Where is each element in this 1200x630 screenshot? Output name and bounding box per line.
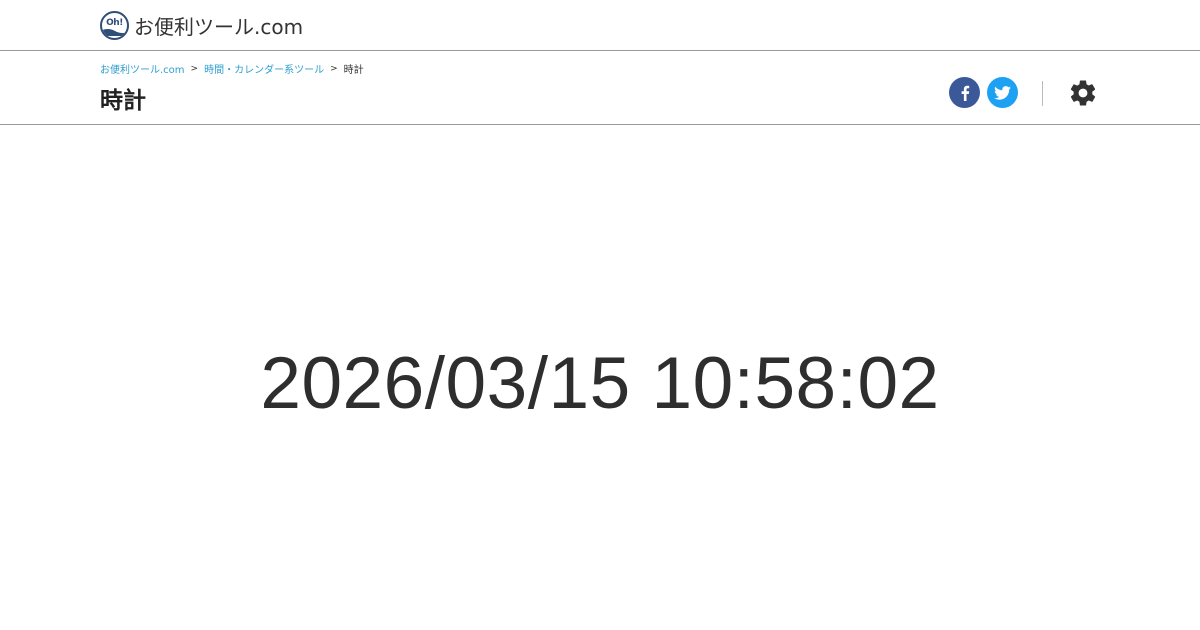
breadcrumb-current: 時計	[343, 65, 364, 76]
clock-display: 2026/03/15 10:58:02	[260, 343, 940, 424]
breadcrumb-separator: >	[190, 63, 199, 74]
facebook-icon	[961, 85, 969, 101]
breadcrumb: お便利ツール.com > 時間・カレンダー系ツール > 時計	[100, 61, 364, 77]
breadcrumb-separator: >	[330, 63, 338, 74]
logo-text: お便利ツール.com	[134, 14, 304, 39]
top-bar: Oh! お便利ツール.com	[0, 0, 1200, 51]
logo-badge: Oh!	[100, 10, 129, 40]
twitter-share-button[interactable]	[987, 77, 1018, 108]
twitter-icon	[994, 85, 1011, 100]
page-header: お便利ツール.com > 時間・カレンダー系ツール > 時計 時計	[0, 51, 1200, 125]
breadcrumb-category[interactable]: 時間・カレンダー系ツール	[204, 61, 324, 76]
breadcrumb-home[interactable]: お便利ツール.com	[100, 61, 185, 76]
logo-wave-icon	[102, 28, 127, 36]
gear-icon	[1070, 80, 1096, 106]
page-title: 時計	[100, 88, 146, 114]
site-logo-link[interactable]: Oh! お便利ツール.com	[100, 10, 303, 40]
header-divider	[1042, 81, 1043, 106]
settings-button[interactable]	[1068, 78, 1098, 108]
facebook-share-button[interactable]	[949, 77, 980, 108]
